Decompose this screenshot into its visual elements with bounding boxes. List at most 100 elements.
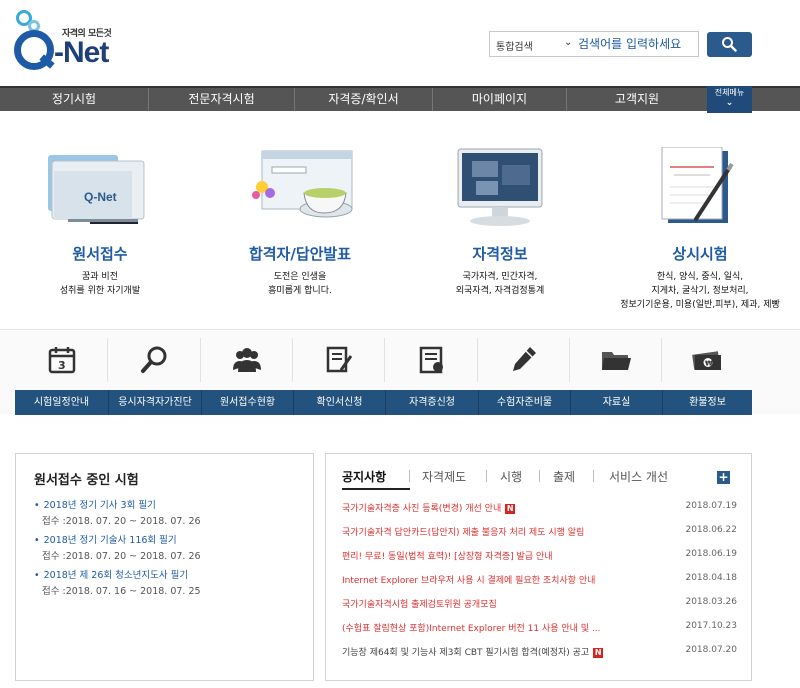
quick-archive[interactable]: 자료실 [570,330,662,415]
exam-period: 접수 :2018. 07. 20 ~ 2018. 07. 26 [42,551,201,562]
notice-row[interactable]: 편리! 무료! 동일(법적 효력)! [상장형 자격증] 발급 안내 2018.… [342,549,737,565]
document-pen-illustration-icon [661,147,734,223]
exam-item[interactable]: • 2018년 정기 기사 3회 필기 접수 :2018. 07. 20 ~ 20… [34,497,304,527]
tab-qualification-system[interactable]: 자격제도 [422,468,466,485]
notice-date: 2018.06.19 [685,549,737,559]
folder-illustration-icon: Q-Net [48,155,145,224]
chevron-down-icon[interactable]: ⌄ [564,37,572,48]
search-scope-select[interactable]: 통합검색 [496,38,533,53]
nav-certificate[interactable]: 자격증/확인서 [294,88,432,111]
divider [593,470,594,482]
quick-label: 자료실 [570,390,662,415]
exam-name[interactable]: 2018년 정기 기사 3회 필기 [44,500,156,511]
quick-label: 환불정보 [662,390,752,415]
notice-date: 2018.04.18 [685,573,737,583]
nav-mypage[interactable]: 마이페이지 [432,88,566,111]
quick-eligibility-check[interactable]: 응시자격자가진단 [108,330,201,415]
search-button[interactable] [707,32,752,57]
tab-questions[interactable]: 출제 [553,468,575,485]
svg-text:3: 3 [58,359,66,372]
divider [539,470,540,482]
feature-title: 원서접수 [72,245,128,263]
feature-desc: 국가자격, 민간자격, 외국자격, 자격검정통계 [455,272,545,296]
notice-row[interactable]: 기능장 제64회 및 기능사 제3회 CBT 필기시험 합격(예정자) 공고 N … [342,645,737,661]
quick-label: 자격증신청 [385,390,478,415]
certificate-icon [419,346,443,374]
tab-notices[interactable]: 공지사항 [342,468,386,485]
quick-certificate-request[interactable]: 자격증신청 [385,330,478,415]
notice-title[interactable]: (수험표 잘림현상 포함)Internet Explorer 버전 11 사용 … [342,621,662,634]
notice-date: 2018.07.19 [685,501,737,511]
notice-tabs: 공지사항 자격제도 시행 출제 서비스 개선 [326,468,753,488]
bullet-icon: • [34,535,40,546]
quick-application-status[interactable]: 원서접수현황 [201,330,293,415]
notice-title[interactable]: 국가기술자격시험 출제검토위원 공개모집 [342,597,662,610]
notice-row[interactable]: 국가기술자격시험 출제검토위원 공개모집 2018.03.26 [342,597,737,613]
more-plus-icon[interactable]: + [717,471,730,484]
divider [486,470,487,482]
tab-enforcement[interactable]: 시행 [500,468,522,485]
main-nav: 정기시험 전문자격시험 자격증/확인서 마이페이지 고객지원 전체메뉴 ⌄ [0,86,800,113]
notice-title[interactable]: Internet Explorer 브라우저 사용 시 결제에 필요한 조치사항… [342,573,662,586]
notice-row[interactable]: Internet Explorer 브라우저 사용 시 결제에 필요한 조치사항… [342,573,737,589]
svg-text:Q-Net: Q-Net [84,190,117,204]
quick-label: 수험자준비물 [478,390,570,415]
divider [409,470,410,482]
search-input[interactable] [578,35,696,53]
exam-name[interactable]: 2018년 제 26회 청소년지도사 필기 [44,570,189,581]
tab-service-improvement[interactable]: 서비스 개선 [609,468,668,485]
document-edit-icon [326,346,353,373]
notice-date: 2018.06.22 [685,525,737,535]
quick-confirmation-request[interactable]: 확인서신청 [293,330,385,415]
all-menu-button[interactable]: 전체메뉴 ⌄ [707,86,752,113]
exam-item[interactable]: • 2018년 제 26회 청소년지도사 필기 접수 :2018. 07. 16 … [34,567,304,597]
search-icon [722,37,737,52]
quick-label: 시험일정안내 [15,390,108,415]
notice-row[interactable]: 국가기술자격증 사진 등록(변경) 개선 안내 N 2018.07.19 [342,501,737,517]
notice-date: 2018.03.26 [685,597,737,607]
quick-refund-info[interactable]: ₩ 환불정보 [662,330,752,415]
nav-customer-support[interactable]: 고객지원 [566,88,707,111]
quick-exam-schedule[interactable]: 3 시험일정안내 [15,330,108,415]
notice-title: 기능장 제64회 및 기능사 제3회 CBT 필기시험 합격(예정자) 공고 N [342,647,604,658]
open-applications-panel: 원서접수 중인 시험 • 2018년 정기 기사 3회 필기 접수 :2018. … [15,453,314,681]
notice-title[interactable]: 편리! 무료! 동일(법적 효력)! [상장형 자격증] 발급 안내 [342,549,662,562]
monitor-illustration-icon [457,148,543,226]
header: 자격의 모든것 -Net 통합검색 ⌄ [0,0,800,86]
bullet-icon: • [34,500,40,511]
qnet-logo[interactable]: 자격의 모든것 -Net [14,10,124,72]
quick-label: 응시자격자가진단 [108,390,201,415]
notice-title: 국가기술자격증 사진 등록(변경) 개선 안내 N [342,503,516,514]
magnifier-icon [140,346,166,373]
folder-icon [602,352,631,370]
notice-row[interactable]: (수험표 잘림현상 포함)Internet Explorer 버전 11 사용 … [342,621,737,637]
nav-professional-exam[interactable]: 전문자격시험 [148,88,294,111]
people-icon [233,348,261,372]
notice-row[interactable]: 국가기술자격 답안카드(답안지) 제출 불응자 처리 제도 시행 알림 2018… [342,525,737,541]
money-icon: ₩ [692,351,721,370]
exam-period: 접수 :2018. 07. 16 ~ 2018. 07. 25 [42,586,201,597]
notice-panel: 공지사항 자격제도 시행 출제 서비스 개선 + 국가기술자격증 사진 등록(변… [325,453,752,681]
exam-period: 접수 :2018. 07. 20 ~ 2018. 07. 26 [42,516,201,527]
exam-name[interactable]: 2018년 정기 기술사 116회 필기 [44,535,177,546]
quick-menu: 3 시험일정안내 응시자격자가진단 원서접수현황 확인서신청 자격증신청 수험자… [0,329,800,415]
svg-text:₩: ₩ [705,360,713,368]
new-badge: N [593,647,604,658]
all-menu-label: 전체메뉴 [714,88,745,97]
search-box: 통합검색 ⌄ [489,31,699,57]
feature-title: 합격자/답안발표 [248,245,352,263]
quick-exam-supplies[interactable]: 수험자준비물 [478,330,570,415]
feature-desc: 한식, 양식, 중식, 일식, 지게차, 굴삭기, 정보처리, 정보기기운용, … [620,272,780,310]
feature-title: 자격정보 [472,245,528,263]
feature-desc: 도전은 인생을 흥미롭게 합니다. [268,272,332,296]
active-tab-indicator [342,488,410,490]
quick-label: 원서접수현황 [201,390,293,415]
feature-desc: 꿈과 비전 성취를 위한 자기개발 [59,272,141,296]
new-badge: N [505,503,516,514]
notice-date: 2017.10.23 [685,621,737,631]
feature-title: 상시시험 [672,245,728,263]
notice-title[interactable]: 국가기술자격 답안카드(답안지) 제출 불응자 처리 제도 시행 알림 [342,525,662,538]
nav-regular-exam[interactable]: 정기시험 [0,88,148,111]
feature-section: Q-Net 원서접수 꿈과 비전 성취를 위한 자기개발 합격자/답안발표 도전… [0,111,800,329]
exam-item[interactable]: • 2018년 정기 기술사 116회 필기 접수 :2018. 07. 20 ~… [34,532,304,562]
